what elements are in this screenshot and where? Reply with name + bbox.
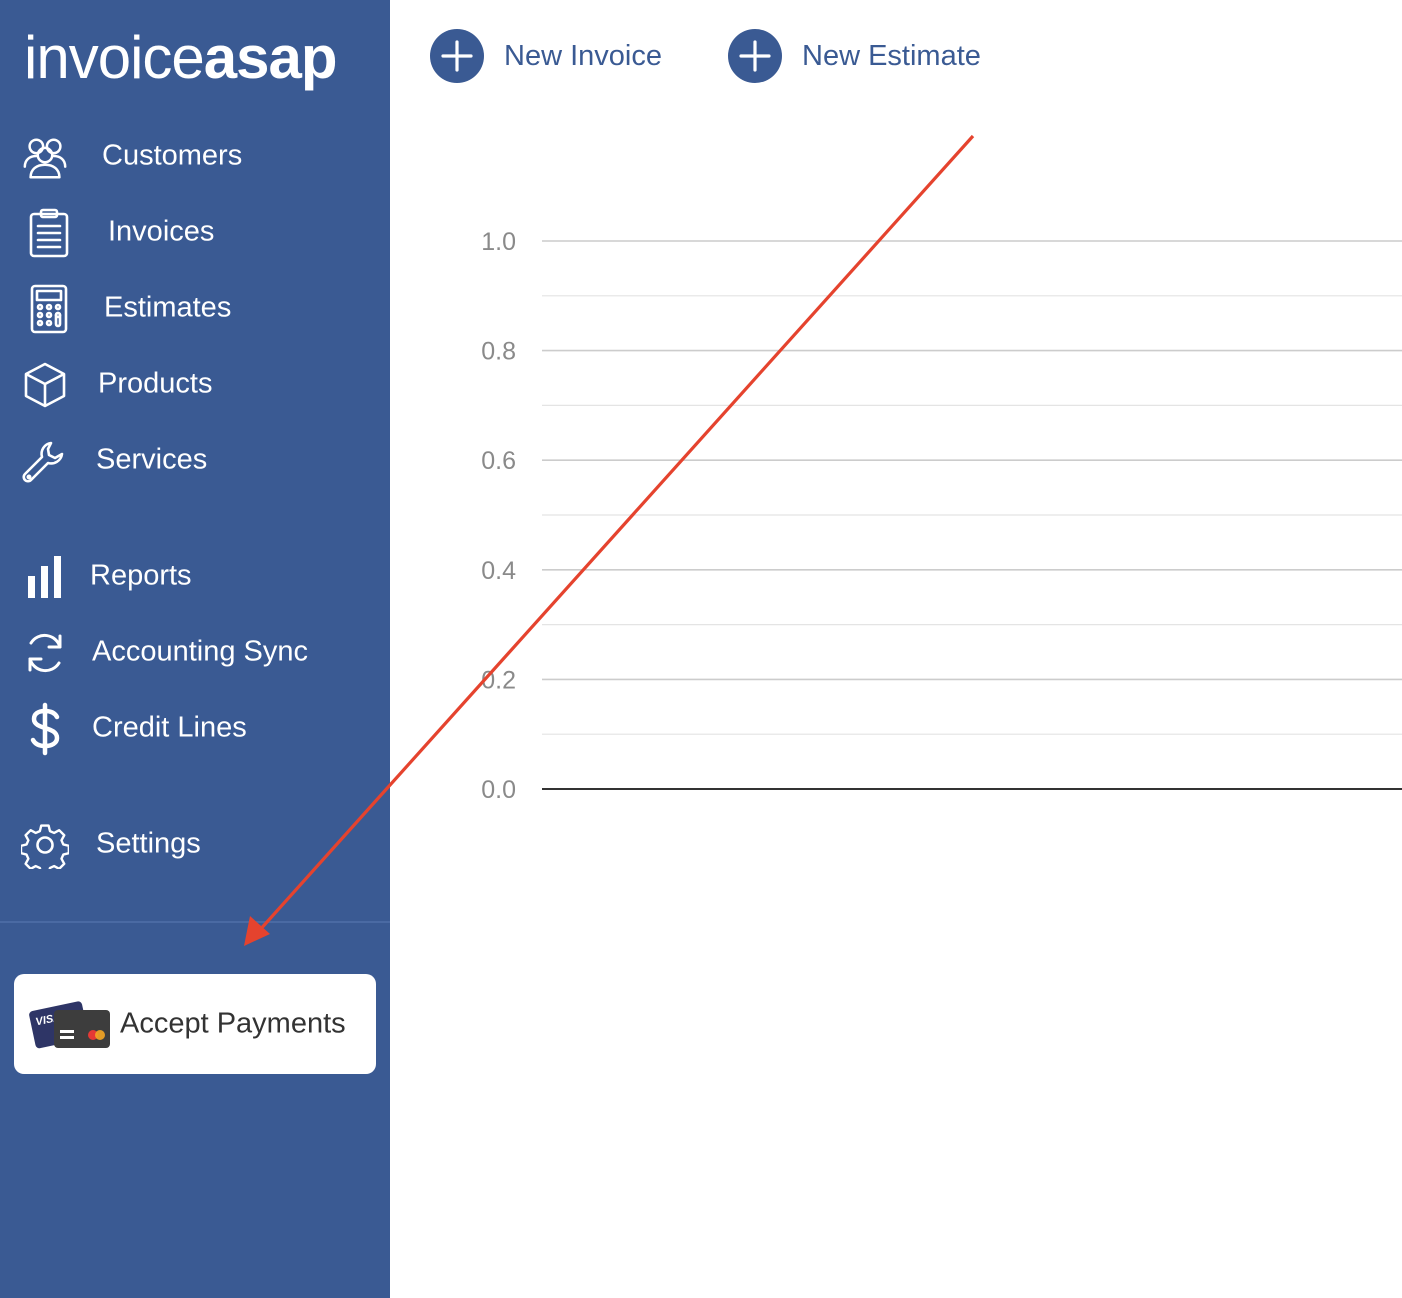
new-estimate-label: New Estimate	[802, 39, 981, 72]
credit-cards-icon: VISA	[28, 998, 112, 1054]
sidebar-item-services[interactable]: Services	[0, 430, 390, 490]
y-tick-label: 0.4	[481, 557, 516, 585]
sidebar-item-accounting-sync[interactable]: Accounting Sync	[0, 622, 390, 682]
sidebar-item-label: Settings	[96, 827, 201, 860]
accept-payments-button[interactable]: VISA Accept Payments	[14, 974, 376, 1074]
sidebar-item-credit-lines[interactable]: Credit Lines	[0, 698, 390, 758]
bar-chart-icon	[20, 552, 70, 602]
y-tick-label: 0.2	[481, 666, 516, 694]
box-icon	[20, 360, 70, 410]
y-tick-label: 0.6	[481, 447, 516, 475]
calculator-icon	[24, 284, 74, 334]
y-tick-label: 0.0	[481, 776, 516, 804]
plus-circle-icon	[430, 29, 484, 83]
sidebar-item-label: Products	[98, 367, 213, 400]
accept-payments-label: Accept Payments	[120, 1007, 346, 1040]
logo-text-bold: asap	[203, 24, 338, 91]
plus-circle-icon	[728, 29, 782, 83]
app-logo[interactable]: invoiceasap	[24, 18, 338, 98]
sidebar-divider	[0, 921, 390, 923]
sidebar-item-customers[interactable]: Customers	[0, 126, 390, 186]
sidebar: invoiceasap Customers Invoices Estimates…	[0, 0, 390, 1298]
new-invoice-button[interactable]: New Invoice	[430, 28, 662, 84]
sidebar-item-label: Services	[96, 443, 208, 476]
sidebar-item-products[interactable]: Products	[0, 354, 390, 414]
users-icon	[20, 132, 70, 182]
new-estimate-button[interactable]: New Estimate	[728, 28, 981, 84]
y-tick-label: 0.8	[481, 338, 516, 366]
sidebar-item-label: Credit Lines	[92, 711, 247, 744]
clipboard-icon	[24, 208, 74, 258]
dollar-icon	[20, 702, 70, 756]
sidebar-item-estimates[interactable]: Estimates	[0, 278, 390, 338]
sidebar-item-label: Customers	[102, 139, 243, 172]
new-invoice-label: New Invoice	[504, 39, 662, 72]
logo-text-light: invoice	[24, 24, 205, 91]
wrench-icon	[20, 436, 70, 486]
y-tick-label: 1.0	[481, 228, 516, 256]
sidebar-item-label: Invoices	[108, 215, 215, 248]
sidebar-item-invoices[interactable]: Invoices	[0, 202, 390, 262]
sidebar-item-reports[interactable]: Reports	[0, 546, 390, 606]
gear-icon	[20, 820, 70, 870]
sidebar-item-settings[interactable]: Settings	[0, 814, 390, 874]
sync-icon	[20, 628, 70, 678]
sidebar-item-label: Estimates	[104, 291, 232, 324]
sidebar-item-label: Reports	[90, 559, 192, 592]
sidebar-item-label: Accounting Sync	[92, 635, 309, 668]
